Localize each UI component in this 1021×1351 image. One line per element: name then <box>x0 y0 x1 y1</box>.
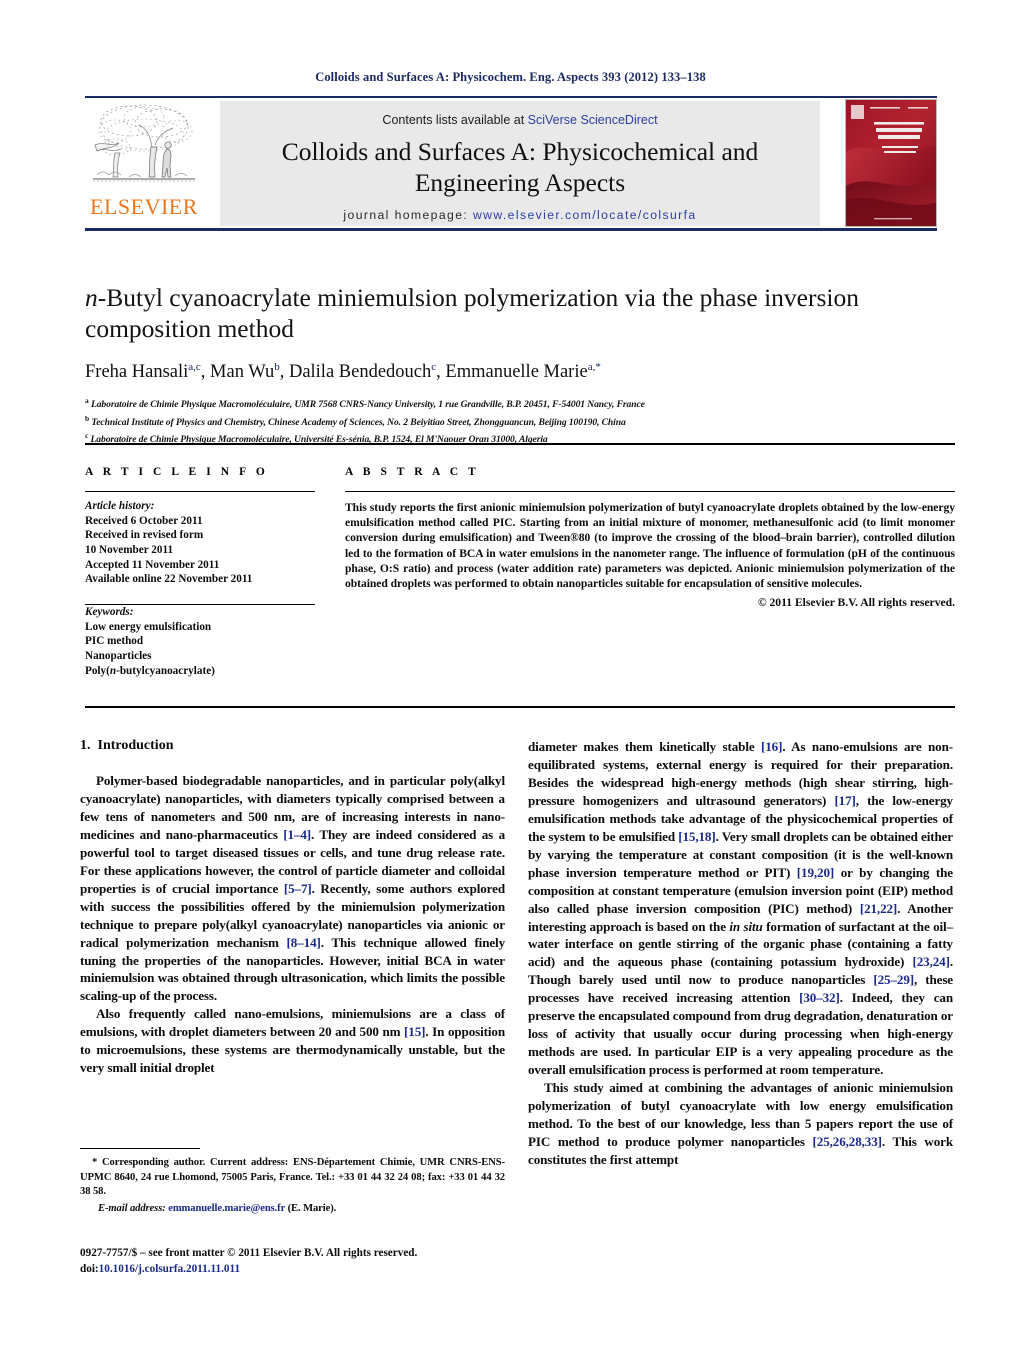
section-number: 1. <box>80 738 91 753</box>
sciencedirect-link[interactable]: SciVerse ScienceDirect <box>528 113 658 127</box>
keywords-block: Keywords: Low energy emulsification PIC … <box>85 605 315 678</box>
section-title: Introduction <box>97 738 174 753</box>
abstract-bottom-rule <box>85 706 955 708</box>
history-item: Available online 22 November 2011 <box>85 573 253 586</box>
homepage-url-link[interactable]: www.elsevier.com/locate/colsurfa <box>473 208 697 222</box>
journal-homepage-line: journal homepage: www.elsevier.com/locat… <box>220 208 820 222</box>
paragraph: This study aimed at combining the advant… <box>528 1080 954 1167</box>
email-line: E-mail address: emmanuelle.marie@ens.fr … <box>98 1202 505 1216</box>
elsevier-wordmark: ELSEVIER <box>90 194 198 219</box>
article-info-column: A R T I C L E I N F O Article history: R… <box>85 466 315 678</box>
author-name: Man Wu <box>210 362 275 383</box>
author-list: Freha Hansalia,c, Man Wub, Dalila Bended… <box>85 361 955 383</box>
masthead-bottom-rule <box>85 228 937 231</box>
paper-page: Colloids and Surfaces A: Physicochem. En… <box>0 0 1021 1351</box>
journal-title-line1: Colloids and Surfaces A: Physicochemical… <box>281 137 759 166</box>
author-name: Dalila Bendedouch <box>288 362 432 383</box>
journal-title: Colloids and Surfaces A: Physicochemical… <box>220 136 820 198</box>
affiliation-text: Technical Institute of Physics and Chemi… <box>91 416 626 428</box>
keywords-label: Keywords: <box>85 606 134 619</box>
corresponding-author-note: * Corresponding author. Current address:… <box>80 1156 505 1216</box>
affiliation-item: a Laboratoire de Chimie Physique Macromo… <box>85 394 955 411</box>
article-history-label: Article history: <box>85 500 155 513</box>
article-info-rule <box>85 491 315 493</box>
history-item: Accepted 11 November 2011 <box>85 558 220 571</box>
history-item: Received 6 October 2011 <box>85 514 203 527</box>
title-block: n-Butyl cyanoacrylate miniemulsion polym… <box>85 282 955 446</box>
author-affiliation-mark: a,c <box>188 361 201 373</box>
footnote-block: * Corresponding author. Current address:… <box>80 1148 505 1217</box>
abstract-heading: A B S T R A C T <box>345 466 480 478</box>
elsevier-tree-icon <box>93 104 195 182</box>
author-name: Emmanuelle Marie <box>445 362 588 383</box>
journal-cover-thumbnail <box>845 99 937 227</box>
issn-front-matter: 0927-7757/$ – see front matter © 2011 El… <box>80 1247 418 1259</box>
article-history-block: Article history: Received 6 October 2011… <box>85 499 315 587</box>
elsevier-logo: ELSEVIER <box>85 101 203 226</box>
affiliation-list: a Laboratoire de Chimie Physique Macromo… <box>85 394 955 446</box>
keyword-item: Nanoparticles <box>85 649 152 662</box>
keyword-item: Poly(n-butylcyanoacrylate) <box>85 664 215 677</box>
running-head: Colloids and Surfaces A: Physicochem. En… <box>315 70 706 84</box>
affiliation-text: Laboratoire de Chimie Physique Macromolé… <box>90 399 645 411</box>
doi-value[interactable]: 10.1016/j.colsurfa.2011.11.011 <box>99 1263 240 1275</box>
author-item: Man Wub <box>210 361 280 383</box>
journal-masthead: ELSEVIER Contents lists available at Sci… <box>85 96 937 231</box>
author-item: Emmanuelle Mariea,* <box>445 361 601 383</box>
abstract-text: This study reports the first anionic min… <box>345 501 955 590</box>
body-column-left: 1. Introduction Polymer-based biodegradab… <box>80 738 505 1077</box>
corresponding-author-text: * Corresponding author. Current address:… <box>80 1157 505 1197</box>
doi-line: doi:10.1016/j.colsurfa.2011.11.011 <box>80 1262 540 1278</box>
keyword-item: Low energy emulsification <box>85 620 212 633</box>
body-column-right: diameter makes them kinetically stable [… <box>528 738 953 1169</box>
author-item: Freha Hansalia,c <box>85 361 201 383</box>
journal-title-line2: Engineering Aspects <box>414 168 626 197</box>
doi-label: doi: <box>80 1262 99 1275</box>
affiliation-mark: b <box>85 413 90 423</box>
journal-cover-art <box>846 100 936 226</box>
author-affiliation-mark: a,* <box>587 361 601 373</box>
email-link[interactable]: emmanuelle.marie@ens.fr <box>168 1203 285 1214</box>
paragraph: diameter makes them kinetically stable [… <box>528 739 954 1078</box>
article-title: n-Butyl cyanoacrylate miniemulsion polym… <box>85 283 860 343</box>
imprint-block: 0927-7757/$ – see front matter © 2011 El… <box>80 1246 540 1277</box>
history-item: Received in revised form <box>85 529 204 542</box>
affiliation-mark: c <box>85 430 89 440</box>
abstract-copyright: © 2011 Elsevier B.V. All rights reserved… <box>757 595 955 609</box>
contents-available-line: Contents lists available at SciVerse Sci… <box>220 113 820 127</box>
affiliation-mark: a <box>85 396 89 406</box>
keyword-item: PIC method <box>85 635 144 648</box>
author-separator: , <box>279 362 289 383</box>
abstract-rule <box>345 491 955 493</box>
paragraph: Also frequently called nano-emulsions, m… <box>80 1006 505 1076</box>
masthead-top-rule <box>85 96 937 98</box>
article-info-heading: A R T I C L E I N F O <box>85 466 269 478</box>
paragraph: Polymer-based biodegradable nanoparticle… <box>80 773 505 1004</box>
author-name: Freha Hansali <box>85 362 189 383</box>
affiliation-item: b Technical Institute of Physics and Che… <box>85 412 955 429</box>
email-owner: (E. Marie). <box>287 1203 337 1215</box>
info-abstract-top-rule <box>85 443 955 445</box>
corresponding-author-asterisk: * <box>595 361 601 373</box>
contents-prefix: Contents lists available at <box>382 113 528 127</box>
author-separator: , <box>200 362 211 383</box>
section-heading-introduction: 1. Introduction <box>80 738 505 754</box>
history-item: 10 November 2011 <box>85 544 174 557</box>
journal-band: Contents lists available at SciVerse Sci… <box>220 101 820 226</box>
footnote-rule <box>80 1148 200 1150</box>
homepage-label: journal homepage: <box>343 208 469 222</box>
email-label: E-mail address: <box>98 1203 166 1215</box>
author-item: Dalila Bendedouchc <box>288 361 436 383</box>
abstract-column: A B S T R A C T This study reports the f… <box>345 466 955 609</box>
